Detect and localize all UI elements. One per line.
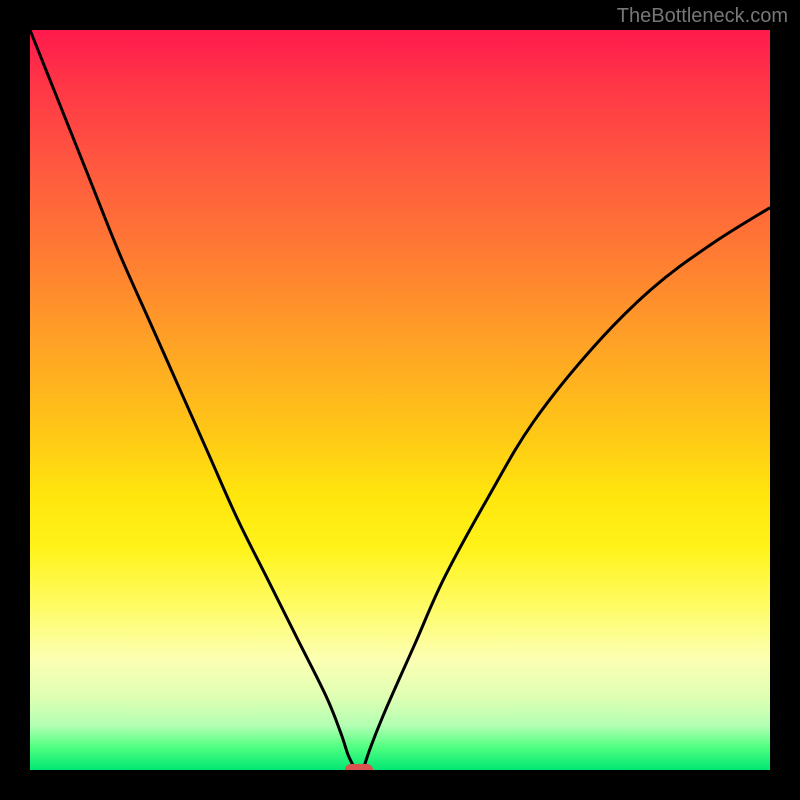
watermark-text: TheBottleneck.com [617, 5, 788, 28]
plot-area [30, 30, 770, 770]
chart-container: TheBottleneck.com [0, 0, 800, 800]
left-curve [30, 30, 356, 770]
curve-layer [30, 30, 770, 770]
right-curve [363, 208, 770, 770]
minimum-marker [345, 764, 373, 770]
